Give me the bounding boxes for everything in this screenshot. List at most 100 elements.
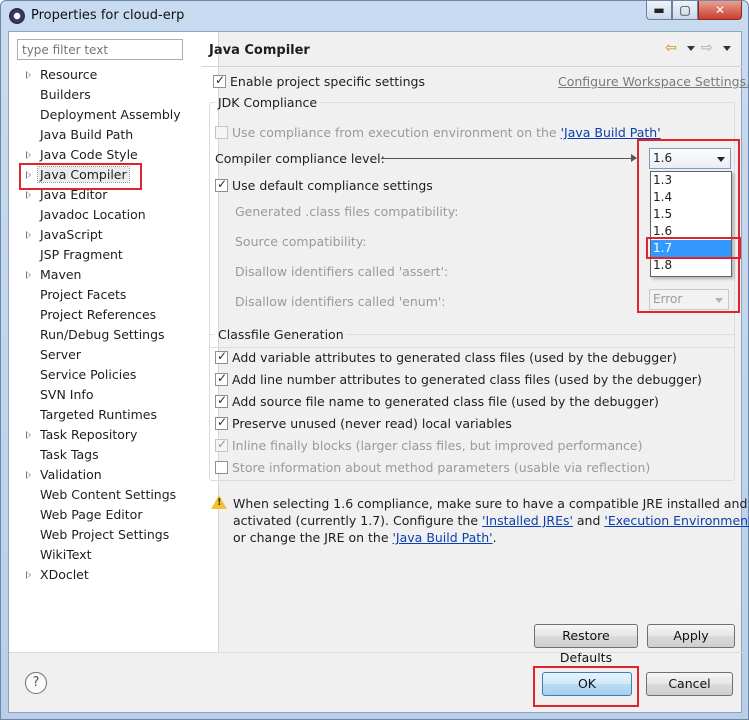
java-build-path-link[interactable]: 'Java Build Path' [393, 530, 493, 545]
forward-arrow-icon[interactable]: ⇨ [701, 41, 717, 55]
minimize-button[interactable]: ▬ [646, 1, 672, 20]
execution-environments-link[interactable]: 'Execution Environments' [604, 513, 749, 528]
page-title: Java Compiler [209, 43, 310, 58]
compliance-level-combo[interactable]: 1.6 [649, 148, 731, 169]
tree-item[interactable]: Service Policies [9, 365, 219, 385]
expand-arrow-icon[interactable] [26, 171, 31, 179]
compliance-option[interactable]: 1.3 [651, 172, 731, 189]
tree-item[interactable]: Javadoc Location [9, 205, 219, 225]
expand-arrow-icon[interactable] [26, 271, 31, 279]
variable-attributes-checkbox[interactable] [215, 349, 228, 364]
configure-workspace-link[interactable]: Configure Workspace Settings... [558, 74, 749, 89]
tree-item[interactable]: JSP Fragment [9, 245, 219, 265]
tree-item[interactable]: Task Tags [9, 445, 219, 465]
restore-defaults-button[interactable]: Restore Defaults [534, 624, 638, 665]
expand-arrow-icon[interactable] [26, 151, 31, 159]
use-exec-env-checkbox[interactable] [215, 126, 228, 139]
tree-item[interactable]: Server [9, 345, 219, 365]
classfile-option-row[interactable]: Add line number attributes to generated … [215, 371, 702, 387]
close-button[interactable]: ✕ [698, 1, 742, 20]
property-pages-tree: Resource Builders Deployment Assembly Java … [9, 65, 219, 585]
tree-item-label: Maven [40, 267, 82, 282]
disallow-enum-combo[interactable]: Error [649, 289, 729, 310]
tree-item[interactable]: XDoclet [9, 565, 219, 585]
tree-item[interactable]: Java Compiler [9, 165, 219, 185]
classfile-option-row[interactable]: Add variable attributes to generated cla… [215, 349, 677, 365]
expand-arrow-icon[interactable] [26, 191, 31, 199]
compliance-option[interactable]: 1.4 [651, 189, 731, 206]
chevron-down-icon [717, 157, 725, 162]
back-arrow-icon[interactable]: ⇦ [665, 41, 681, 55]
back-dropdown-icon[interactable] [687, 45, 695, 51]
compliance-option[interactable]: 1.7 [651, 240, 731, 257]
warning-icon: ! [211, 495, 227, 509]
classfile-option-row[interactable]: Add source file name to generated class … [215, 393, 659, 409]
expand-arrow-icon[interactable] [26, 231, 31, 239]
compliance-option[interactable]: 1.8 [651, 257, 731, 274]
apply-button[interactable]: Apply [647, 624, 735, 648]
tree-item[interactable]: JavaScript [9, 225, 219, 245]
tree-item[interactable]: Project References [9, 305, 219, 325]
compliance-leader-arrow-icon [631, 154, 637, 162]
tree-item-label: Web Content Settings [40, 487, 177, 502]
tree-item[interactable]: Targeted Runtimes [9, 405, 219, 425]
tree-item[interactable]: Validation [9, 465, 219, 485]
classfile-option-row: Inline finally blocks (larger class file… [215, 437, 643, 453]
classfile-option-row[interactable]: Preserve unused (never read) local varia… [215, 415, 512, 431]
tree-item[interactable]: Web Page Editor [9, 505, 219, 525]
tree-item-label: Web Page Editor [40, 507, 143, 522]
inline-finally-checkbox[interactable] [215, 437, 228, 452]
line-number-checkbox[interactable] [215, 371, 228, 386]
tree-item[interactable]: Web Content Settings [9, 485, 219, 505]
java-build-path-link[interactable]: 'Java Build Path' [561, 125, 661, 140]
help-icon[interactable]: ? [25, 672, 47, 694]
compliance-option[interactable]: 1.5 [651, 206, 731, 223]
tree-item[interactable]: WikiText [9, 545, 219, 565]
expand-arrow-icon[interactable] [26, 431, 31, 439]
java-compiler-page: Java Compiler ⇦ ⇨ Enable project specifi… [201, 32, 749, 665]
preserve-unused-checkbox[interactable] [215, 415, 228, 430]
use-exec-env-row: Use compliance from execution environmen… [215, 125, 661, 140]
tree-item[interactable]: Deployment Assembly [9, 105, 219, 125]
method-parameters-checkbox[interactable] [215, 461, 228, 474]
maximize-button[interactable]: ▢ [672, 1, 698, 20]
tree-item[interactable]: Builders [9, 85, 219, 105]
tree-item[interactable]: Maven [9, 265, 219, 285]
tree-item[interactable]: Java Build Path [9, 125, 219, 145]
preserve-unused-label: Preserve unused (never read) local varia… [232, 416, 512, 431]
compliance-option[interactable]: 1.6 [651, 223, 731, 240]
tree-item-label: Run/Debug Settings [40, 327, 165, 342]
tree-item-label: Project References [40, 307, 157, 322]
compliance-level-value: 1.6 [653, 151, 673, 165]
installed-jres-link[interactable]: 'Installed JREs' [482, 513, 573, 528]
warning-line-2: activated (currently 1.7). Configure the… [233, 512, 749, 529]
properties-window: Properties for cloud-erp ▬ ▢ ✕ Resource B… [0, 0, 749, 720]
expand-arrow-icon[interactable] [26, 71, 31, 79]
tree-item[interactable]: SVN Info [9, 385, 219, 405]
jdk-compliance-legend: JDK Compliance [218, 95, 318, 110]
use-default-checkbox[interactable] [215, 177, 228, 192]
compliance-label: Compiler compliance level: [215, 151, 385, 166]
tree-item[interactable]: Resource [9, 65, 219, 85]
tree-item[interactable]: Web Project Settings [9, 525, 219, 545]
warning-line-3: or change the JRE on the 'Java Build Pat… [233, 529, 749, 546]
expand-arrow-icon[interactable] [26, 571, 31, 579]
enable-project-settings-checkbox[interactable] [213, 73, 226, 88]
tree-item[interactable]: Project Facets [9, 285, 219, 305]
tree-item-label: Task Tags [40, 447, 99, 462]
tree-item[interactable]: Task Repository [9, 425, 219, 445]
cancel-button[interactable]: Cancel [646, 672, 733, 696]
use-default-row[interactable]: Use default compliance settings [215, 177, 433, 193]
title-bar[interactable]: Properties for cloud-erp ▬ ▢ ✕ [1, 1, 748, 31]
tree-item[interactable]: Java Editor [9, 185, 219, 205]
source-file-name-checkbox[interactable] [215, 393, 228, 408]
enable-project-settings-row[interactable]: Enable project specific settings [213, 73, 425, 89]
expand-arrow-icon[interactable] [26, 471, 31, 479]
filter-input[interactable] [17, 39, 183, 60]
view-menu-icon[interactable] [723, 45, 731, 51]
ok-button[interactable]: OK [542, 672, 632, 696]
tree-item-label: Targeted Runtimes [40, 407, 157, 422]
tree-item[interactable]: Run/Debug Settings [9, 325, 219, 345]
tree-item[interactable]: Java Code Style [9, 145, 219, 165]
classfile-option-row[interactable]: Store information about method parameter… [215, 460, 650, 475]
